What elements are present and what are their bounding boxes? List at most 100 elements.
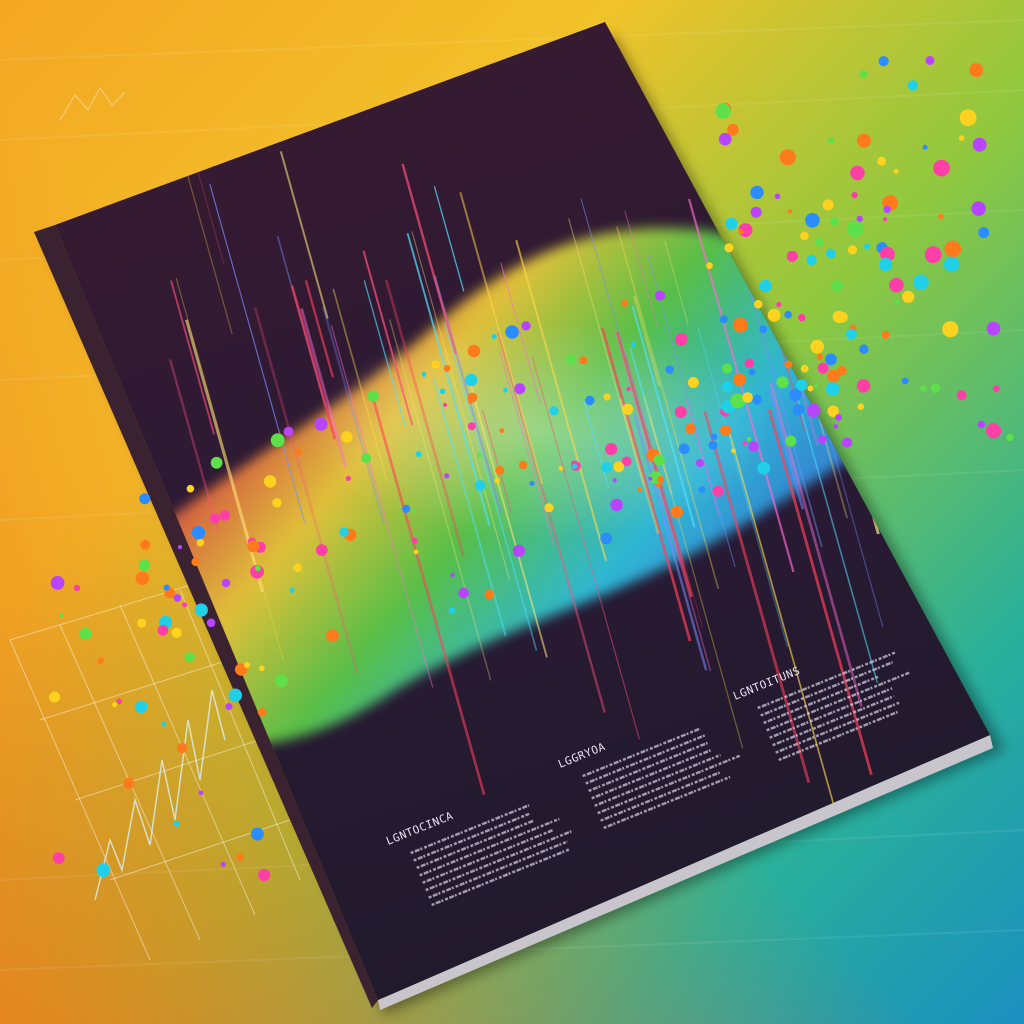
particle-dot <box>752 394 762 405</box>
particle-dot <box>171 627 182 639</box>
particle-dot <box>850 165 865 181</box>
particle-dot <box>913 274 929 291</box>
particle-dot <box>98 869 105 876</box>
particle-dot <box>258 868 271 882</box>
particle-dot <box>139 493 151 505</box>
particle-dot <box>221 578 231 588</box>
particle-dot <box>477 452 482 458</box>
particle-dot <box>894 299 900 305</box>
particle-dot <box>708 440 718 450</box>
particle-dot <box>495 465 505 475</box>
particle-dot <box>177 545 183 550</box>
particle-dot <box>491 333 497 340</box>
particle-dot <box>412 508 417 513</box>
particle-dot <box>345 475 351 481</box>
particle-dot <box>360 452 372 464</box>
particle-dot <box>857 403 865 411</box>
particle-dot <box>807 385 814 392</box>
particle-dot <box>443 364 451 372</box>
particle-dot <box>468 399 473 404</box>
particle-dot <box>805 213 820 228</box>
particle-dot <box>655 290 666 301</box>
particle-dot <box>831 280 843 292</box>
particle-dot <box>314 417 328 431</box>
particle-dot <box>986 321 1001 336</box>
particle-dot <box>579 356 588 365</box>
particle-dot <box>621 299 629 307</box>
particle-dot <box>450 572 455 578</box>
particle-dot <box>742 392 753 403</box>
particle-dot <box>181 602 188 608</box>
particle-dot <box>326 629 339 642</box>
particle-dot <box>846 220 864 238</box>
particle-dot <box>814 384 819 389</box>
particle-dot <box>878 257 893 272</box>
particle-dot <box>665 365 674 374</box>
particle-dot <box>796 379 808 391</box>
particle-dot <box>784 360 793 369</box>
particle-dot <box>836 311 848 323</box>
particle-dot <box>630 342 636 347</box>
particle-dot <box>924 246 942 264</box>
particle-dot <box>585 395 595 406</box>
particle-dot <box>431 360 440 369</box>
particle-dot <box>134 700 148 714</box>
particle-dot <box>864 243 870 250</box>
particle-dot <box>97 657 104 664</box>
particle-dot <box>467 344 481 358</box>
particle-dot <box>514 383 526 395</box>
particle-dot <box>779 149 796 166</box>
particle-dot <box>367 390 379 402</box>
particle-dot <box>157 624 169 636</box>
particle-dot <box>787 209 793 214</box>
particle-dot <box>59 612 64 617</box>
particle-dot <box>742 440 747 446</box>
particle-dot <box>930 383 940 393</box>
particle-dot <box>845 328 857 340</box>
particle-dot <box>942 321 959 338</box>
particle-dot <box>920 385 927 392</box>
particle-dot <box>922 144 928 150</box>
particle-dot <box>421 372 427 377</box>
particle-dot <box>1006 434 1014 442</box>
particle-dot <box>411 537 418 545</box>
particle-dot <box>529 480 535 486</box>
particle-dot <box>442 402 448 407</box>
particle-dot <box>601 461 613 473</box>
particle-dot <box>123 777 135 790</box>
particle-dot <box>825 382 840 396</box>
particle-dot <box>467 422 476 431</box>
book-on-table-scene: LGNTOCINCA LGGRYOA LGNTOITUNS <box>0 0 1024 1024</box>
particle-dot <box>293 563 303 573</box>
particle-dot <box>518 460 528 470</box>
particle-dot <box>847 245 858 255</box>
particle-dot <box>744 358 754 369</box>
particle-dot <box>228 688 242 703</box>
particle-dot <box>786 250 798 262</box>
particle-dot <box>544 503 554 513</box>
particle-dot <box>521 321 531 331</box>
particle-dot <box>969 63 984 78</box>
particle-dot <box>270 433 285 448</box>
particle-dot <box>116 698 123 705</box>
particle-dot <box>687 377 699 388</box>
particle-dot <box>943 256 960 273</box>
particle-dot <box>883 205 891 213</box>
particle-dot <box>626 386 631 392</box>
particle-dot <box>816 353 823 361</box>
particle-dot <box>724 243 734 253</box>
particle-dot <box>494 477 500 484</box>
particle-dot <box>893 168 899 174</box>
particle-dot <box>776 301 782 308</box>
particle-dot <box>186 484 195 493</box>
particle-dot <box>670 505 683 519</box>
particle-dot <box>748 441 759 452</box>
particle-dot <box>972 137 987 152</box>
particle-dot <box>774 193 781 200</box>
particle-dot <box>137 618 147 628</box>
particle-dot <box>50 576 65 590</box>
particle-dot <box>859 344 869 354</box>
particle-dot <box>881 330 890 339</box>
particle-dot <box>889 277 904 293</box>
particle-dot <box>800 231 809 241</box>
